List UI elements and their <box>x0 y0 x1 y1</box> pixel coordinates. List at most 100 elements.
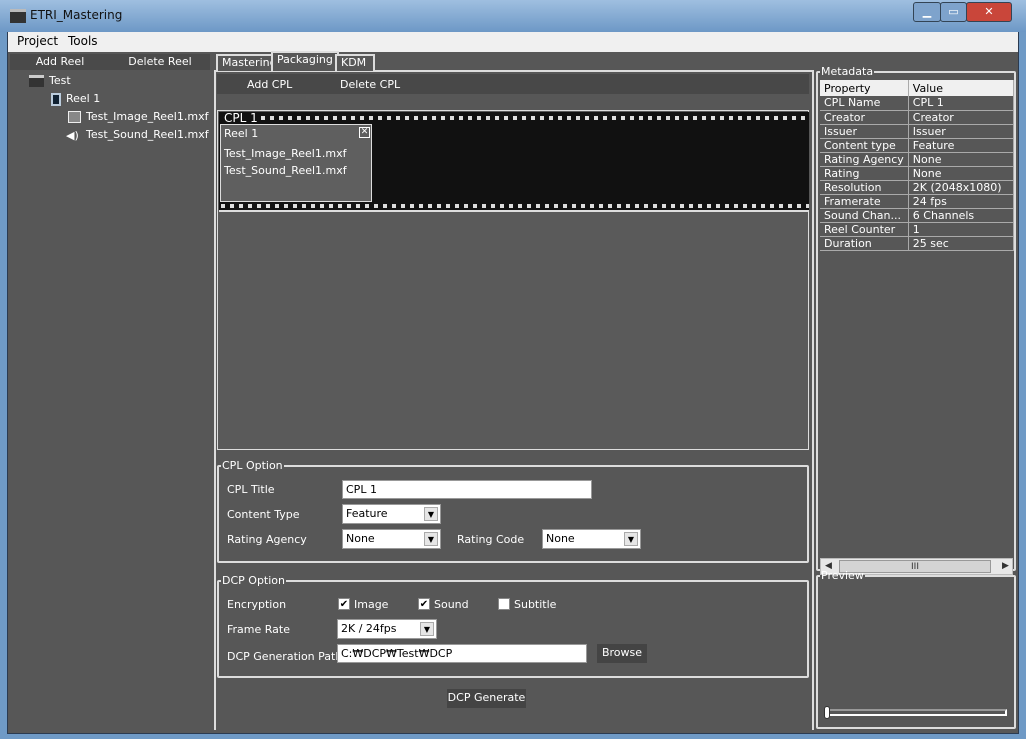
delete-cpl-button[interactable]: Delete CPL <box>340 78 400 91</box>
app-icon <box>10 9 26 23</box>
preview-legend: Preview <box>821 569 864 582</box>
tree-item-reel[interactable]: Reel 1 <box>51 92 100 106</box>
delete-reel-button[interactable]: Delete Reel <box>110 54 210 70</box>
minimize-button[interactable]: ▁ <box>913 2 941 22</box>
tab-packaging[interactable]: Packaging <box>271 51 339 71</box>
metadata-row[interactable]: Content type Feature <box>820 138 1015 153</box>
film-perforations-bottom <box>221 204 809 208</box>
metadata-value: Issuer <box>908 124 1015 139</box>
cpl-title-input[interactable]: CPL 1 <box>342 480 592 499</box>
rating-code-label: Rating Code <box>457 533 525 546</box>
add-reel-button[interactable]: Add Reel <box>10 54 110 70</box>
metadata-row[interactable]: Duration 25 sec <box>820 236 1015 251</box>
metadata-property: Rating <box>820 166 909 181</box>
add-cpl-button[interactable]: Add CPL <box>247 78 292 91</box>
tree-item-sound[interactable]: ◀) Test_Sound_Reel1.mxf <box>66 128 209 142</box>
chevron-down-icon: ▼ <box>420 622 434 636</box>
metadata-property: CPL Name <box>820 96 909 111</box>
subtitle-checkbox[interactable] <box>498 598 510 610</box>
metadata-row[interactable]: Creator Creator <box>820 110 1015 125</box>
metadata-row[interactable]: CPL Name CPL 1 <box>820 96 1015 111</box>
cpl-toolbar <box>217 74 809 94</box>
chevron-down-icon: ▼ <box>424 532 438 546</box>
reel-card[interactable]: Reel 1 ✕ Test_Image_Reel1.mxf Test_Sound… <box>220 124 372 202</box>
image-checkbox-label: Image <box>354 598 389 611</box>
preview-slider[interactable] <box>825 709 1007 716</box>
speaker-icon: ◀) <box>66 128 79 142</box>
menu-tools[interactable]: Tools <box>68 34 98 48</box>
title-bar <box>0 0 1026 32</box>
cpl-title-label: CPL Title <box>227 483 275 496</box>
browse-button[interactable]: Browse <box>597 644 647 663</box>
clapperboard-icon <box>29 75 44 87</box>
dcp-path-label: DCP Generation Path <box>227 650 343 663</box>
image-icon <box>68 111 81 123</box>
image-checkbox[interactable]: ✔ <box>338 598 350 610</box>
window-title: ETRI_Mastering <box>30 8 123 22</box>
reel-card-sound: Test_Sound_Reel1.mxf <box>224 164 347 177</box>
metadata-value: 25 sec <box>908 236 1015 251</box>
reel-panel <box>10 54 212 730</box>
cpl-option-legend: CPL Option <box>222 459 283 472</box>
metadata-value: 6 Channels <box>908 208 1015 223</box>
rating-agency-label: Rating Agency <box>227 533 307 546</box>
frame-rate-label: Frame Rate <box>227 623 290 636</box>
chevron-down-icon: ▼ <box>624 532 638 546</box>
content-type-value: Feature <box>346 507 388 520</box>
metadata-value: 2K (2048x1080) <box>908 180 1015 195</box>
frame-rate-value: 2K / 24fps <box>341 622 397 635</box>
rating-agency-select[interactable]: None ▼ <box>342 529 441 549</box>
metadata-row[interactable]: Issuer Issuer <box>820 124 1015 139</box>
menu-project[interactable]: Project <box>17 34 58 48</box>
content-type-select[interactable]: Feature ▼ <box>342 504 441 524</box>
metadata-value: Creator <box>908 110 1015 125</box>
tab-kdm[interactable]: KDM <box>335 54 375 71</box>
subtitle-checkbox-label: Subtitle <box>514 598 557 611</box>
reel-card-image: Test_Image_Reel1.mxf <box>224 147 347 160</box>
preview-group: Preview <box>816 569 1016 729</box>
metadata-value: Feature <box>908 138 1015 153</box>
close-reel-icon[interactable]: ✕ <box>359 127 370 138</box>
film-icon <box>51 92 61 106</box>
metadata-property: Rating Agency <box>820 152 909 167</box>
metadata-property: Issuer <box>820 124 909 139</box>
metadata-property: Framerate <box>820 194 909 209</box>
dcp-generate-button[interactable]: DCP Generate <box>447 689 526 708</box>
dcp-option-legend: DCP Option <box>222 574 285 587</box>
preview-slider-handle[interactable] <box>824 706 830 719</box>
content-type-label: Content Type <box>227 508 300 521</box>
metadata-row[interactable]: Rating Agency None <box>820 152 1015 167</box>
sound-checkbox[interactable]: ✔ <box>418 598 430 610</box>
metadata-property: Content type <box>820 138 909 153</box>
chevron-down-icon: ▼ <box>424 507 438 521</box>
metadata-value: None <box>908 152 1015 167</box>
metadata-row[interactable]: Resolution 2K (2048x1080) <box>820 180 1015 195</box>
metadata-value: CPL 1 <box>908 96 1015 111</box>
column-header-value[interactable]: Value <box>908 80 1015 96</box>
rating-agency-value: None <box>346 532 375 545</box>
metadata-row[interactable]: Reel Counter 1 <box>820 222 1015 237</box>
frame-rate-select[interactable]: 2K / 24fps ▼ <box>337 619 437 639</box>
metadata-group: Metadata Property Value CPL Name CPL 1 Crea… <box>816 65 1016 575</box>
metadata-property: Duration <box>820 236 909 251</box>
metadata-property: Resolution <box>820 180 909 195</box>
column-header-property[interactable]: Property <box>820 80 909 96</box>
reel-card-title: Reel 1 <box>224 127 259 140</box>
rating-code-select[interactable]: None ▼ <box>542 529 641 549</box>
metadata-row[interactable]: Framerate 24 fps <box>820 194 1015 209</box>
metadata-legend: Metadata <box>821 65 874 78</box>
close-button[interactable]: ✕ <box>966 2 1012 22</box>
metadata-property: Reel Counter <box>820 222 909 237</box>
dcp-path-input[interactable]: C:₩DCP₩Test₩DCP <box>337 644 587 663</box>
encryption-label: Encryption <box>227 598 287 611</box>
tree-item-image[interactable]: Test_Image_Reel1.mxf <box>68 110 208 123</box>
metadata-property: Sound Chan... <box>820 208 909 223</box>
metadata-value: 24 fps <box>908 194 1015 209</box>
rating-code-value: None <box>546 532 575 545</box>
film-perforations-top <box>261 116 809 120</box>
metadata-row[interactable]: Rating None <box>820 166 1015 181</box>
maximize-button[interactable]: ▭ <box>940 2 967 22</box>
menu-bar <box>8 32 1018 52</box>
tree-item-project[interactable]: Test <box>29 74 71 87</box>
metadata-row[interactable]: Sound Chan... 6 Channels <box>820 208 1015 223</box>
